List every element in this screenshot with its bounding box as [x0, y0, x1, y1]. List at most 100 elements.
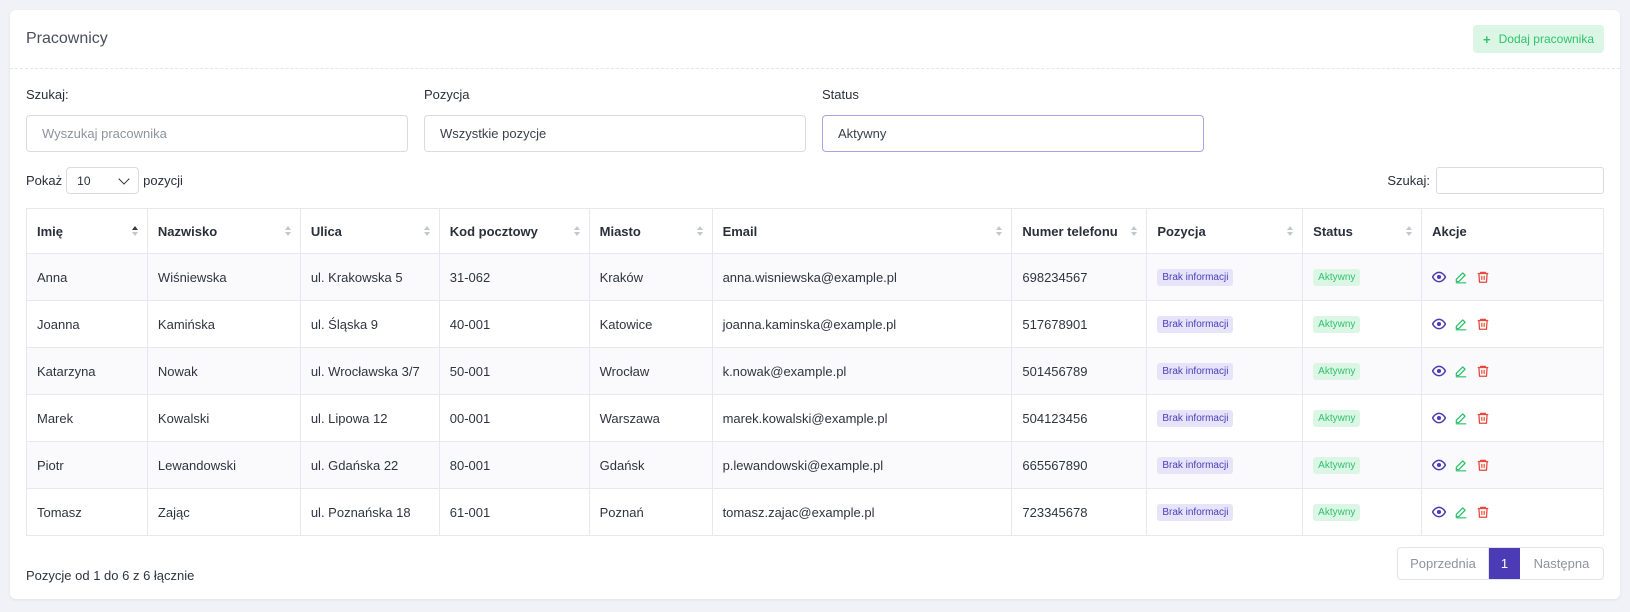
column-header-email[interactable]: Email — [711, 208, 1013, 254]
delete-icon[interactable] — [1476, 270, 1490, 284]
table-header-row: Imię Nazwisko Ulica Kod pocztowy Miasto Email… — [26, 208, 1604, 254]
status-badge: Aktywny — [1313, 504, 1361, 521]
delete-icon[interactable] — [1476, 505, 1490, 519]
view-icon[interactable] — [1432, 270, 1447, 284]
add-employee-button[interactable]: + Dodaj pracownika — [1473, 25, 1604, 53]
view-icon[interactable] — [1432, 458, 1447, 472]
table-row: Anna Wiśniewska ul. Krakowska 5 31-062 Krakó… — [26, 253, 1604, 301]
cell-first-name: Joanna — [26, 300, 148, 348]
table-row: Katarzyna Nowak ul. Wrocławska 3/7 50-001 Wr… — [26, 347, 1604, 395]
page-length-suffix: pozycji — [143, 173, 183, 188]
column-header-city[interactable]: Miasto — [588, 208, 713, 254]
cell-position: Brak informacji — [1146, 441, 1304, 489]
sort-icon — [1287, 226, 1294, 236]
cell-position: Brak informacji — [1146, 347, 1304, 395]
cell-last-name: Nowak — [146, 347, 301, 395]
table-search-label: Szukaj: — [1387, 173, 1430, 188]
cell-city: Kraków — [588, 253, 713, 301]
cell-actions — [1421, 347, 1604, 395]
table-search-input[interactable] — [1436, 167, 1604, 194]
column-header-street[interactable]: Ulica — [299, 208, 440, 254]
table-controls: Pokaż 10 pozycji Szukaj: — [26, 167, 1604, 194]
view-icon[interactable] — [1432, 364, 1447, 378]
table-row: Piotr Lewandowski ul. Gdańska 22 80-001 Gdań… — [26, 441, 1604, 489]
edit-icon[interactable] — [1454, 364, 1468, 378]
cell-last-name: Wiśniewska — [146, 253, 301, 301]
sort-icon — [1406, 226, 1413, 236]
cell-position: Brak informacji — [1146, 394, 1304, 442]
cell-last-name: Lewandowski — [146, 441, 301, 489]
cell-postal-code: 61-001 — [438, 488, 590, 536]
delete-icon[interactable] — [1476, 317, 1490, 331]
cell-city: Wrocław — [588, 347, 713, 395]
prev-page-button[interactable]: Poprzednia — [1398, 548, 1489, 579]
filter-search: Szukaj: Wyszukaj pracownika — [26, 87, 408, 152]
status-badge: Aktywny — [1313, 363, 1361, 380]
edit-icon[interactable] — [1454, 458, 1468, 472]
cell-phone: 517678901 — [1011, 300, 1148, 348]
cell-postal-code: 80-001 — [438, 441, 590, 489]
cell-actions — [1421, 394, 1604, 442]
page-length-prefix: Pokaż — [26, 173, 63, 188]
table-search: Szukaj: — [1387, 167, 1604, 194]
page-1-button[interactable]: 1 — [1489, 548, 1520, 579]
delete-icon[interactable] — [1476, 364, 1490, 378]
next-page-button[interactable]: Następna — [1520, 548, 1603, 579]
cell-actions — [1421, 300, 1604, 348]
sort-icon — [696, 226, 703, 236]
view-icon[interactable] — [1432, 505, 1447, 519]
status-badge: Aktywny — [1313, 269, 1361, 286]
column-header-phone[interactable]: Numer telefonu — [1011, 208, 1148, 254]
status-badge: Aktywny — [1313, 457, 1361, 474]
cell-street: ul. Lipowa 12 — [299, 394, 440, 442]
cell-email: tomasz.zajac@example.pl — [711, 488, 1013, 536]
cell-email: k.nowak@example.pl — [711, 347, 1013, 395]
column-header-position[interactable]: Pozycja — [1146, 208, 1304, 254]
cell-status: Aktywny — [1302, 253, 1423, 301]
delete-icon[interactable] — [1476, 458, 1490, 472]
cell-postal-code: 40-001 — [438, 300, 590, 348]
cell-status: Aktywny — [1302, 300, 1423, 348]
edit-icon[interactable] — [1454, 270, 1468, 284]
column-header-first-name[interactable]: Imię — [26, 208, 148, 254]
status-select[interactable]: Aktywny — [822, 115, 1204, 152]
view-icon[interactable] — [1432, 317, 1447, 331]
position-badge: Brak informacji — [1157, 316, 1234, 333]
filters: Szukaj: Wyszukaj pracownika Pozycja Wszy… — [26, 87, 1204, 152]
cell-actions — [1421, 441, 1604, 489]
cell-status: Aktywny — [1302, 347, 1423, 395]
edit-icon[interactable] — [1454, 317, 1468, 331]
filter-position-label: Pozycja — [424, 87, 470, 102]
cell-email: marek.kowalski@example.pl — [711, 394, 1013, 442]
page-length-select[interactable]: 10 — [66, 167, 140, 194]
sort-icon — [996, 226, 1003, 236]
cell-postal-code: 31-062 — [438, 253, 590, 301]
table-row: Tomasz Zając ul. Poznańska 18 61-001 Poznań t… — [26, 488, 1604, 536]
table-body: Anna Wiśniewska ul. Krakowska 5 31-062 Krakó… — [26, 253, 1604, 536]
position-select[interactable]: Wszystkie pozycje — [424, 115, 806, 152]
edit-icon[interactable] — [1454, 411, 1468, 425]
delete-icon[interactable] — [1476, 411, 1490, 425]
cell-email: joanna.kaminska@example.pl — [711, 300, 1013, 348]
status-badge: Aktywny — [1313, 410, 1361, 427]
edit-icon[interactable] — [1454, 505, 1468, 519]
column-header-last-name[interactable]: Nazwisko — [146, 208, 301, 254]
employee-search-input[interactable]: Wyszukaj pracownika — [26, 115, 408, 152]
view-icon[interactable] — [1432, 411, 1447, 425]
cell-actions — [1421, 488, 1604, 536]
sort-icon — [1131, 226, 1138, 236]
column-header-status[interactable]: Status — [1302, 208, 1423, 254]
position-badge: Brak informacji — [1157, 269, 1234, 286]
page-title: Pracownicy — [26, 30, 108, 47]
sort-icon — [573, 226, 580, 236]
cell-phone: 698234567 — [1011, 253, 1148, 301]
cell-street: ul. Poznańska 18 — [299, 488, 440, 536]
cell-phone: 504123456 — [1011, 394, 1148, 442]
cell-last-name: Kowalski — [146, 394, 301, 442]
cell-city: Poznań — [588, 488, 713, 536]
column-header-postal-code[interactable]: Kod pocztowy — [438, 208, 590, 254]
card-header: Pracownicy + Dodaj pracownika — [10, 10, 1620, 69]
column-header-actions: Akcje — [1421, 208, 1604, 254]
position-badge: Brak informacji — [1157, 363, 1234, 380]
sort-icon — [423, 226, 430, 236]
